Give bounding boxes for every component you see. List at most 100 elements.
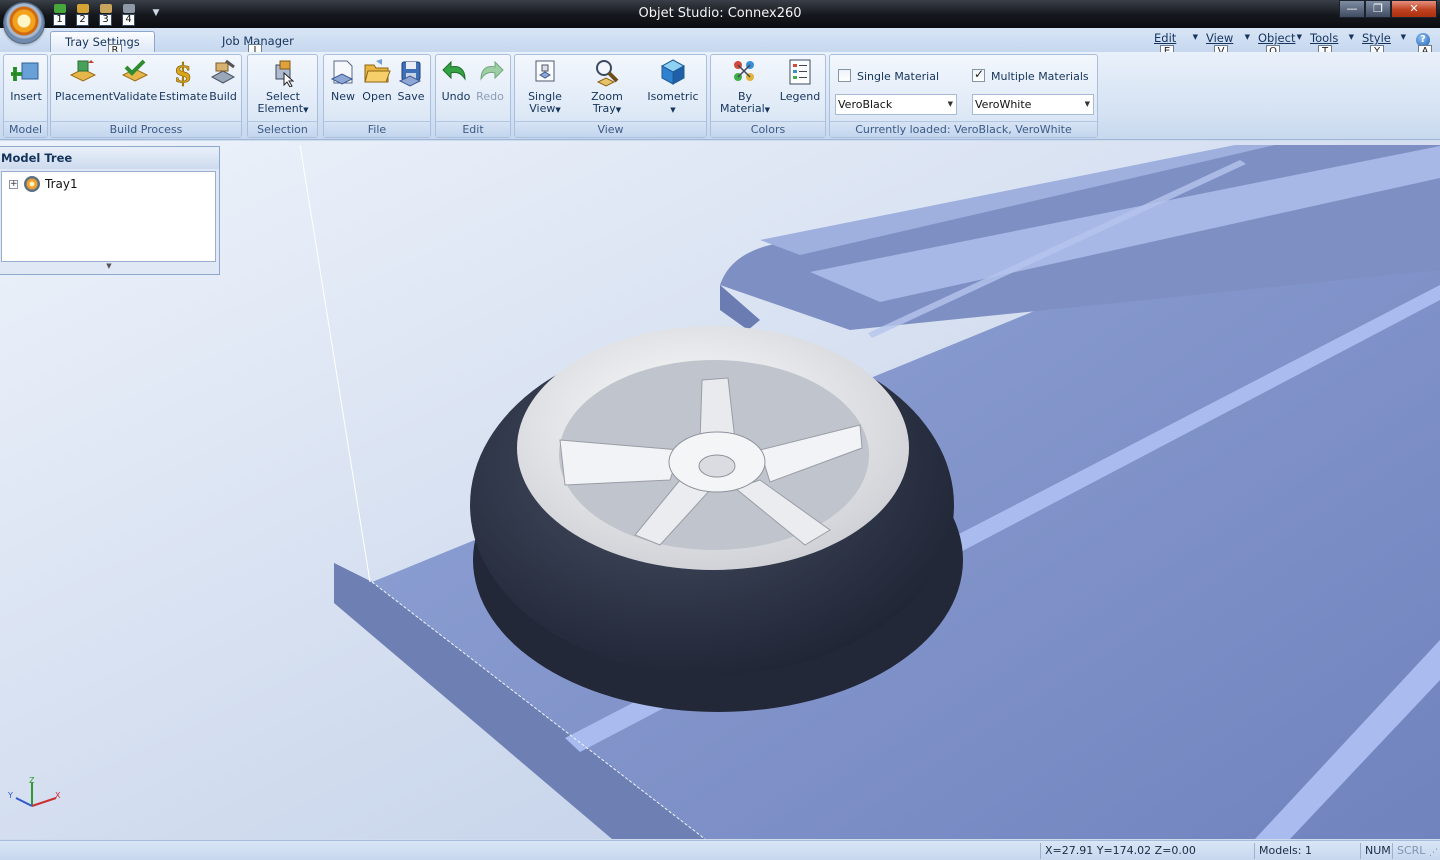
- menu-style[interactable]: Style▼ Y: [1358, 31, 1410, 58]
- help-button[interactable]: ? A: [1410, 31, 1440, 58]
- save-icon: [396, 57, 426, 87]
- status-models: Models: 1: [1254, 843, 1358, 859]
- model-tree: + Tray1: [1, 171, 216, 262]
- group-label: Selection: [248, 121, 317, 137]
- resize-grip-icon[interactable]: ⋰: [1429, 848, 1438, 858]
- y-axis-line: [15, 797, 33, 807]
- zoom-tray-button[interactable]: Zoom Tray▼: [581, 57, 633, 116]
- menu-label: Edit: [1154, 31, 1177, 45]
- new-file-icon: [328, 57, 358, 87]
- group-build-process: Placement Validate $ Estimate Build Buil…: [50, 54, 242, 138]
- minimize-button[interactable]: —: [1339, 0, 1365, 18]
- button-label: New: [331, 90, 355, 103]
- application-menu-orb-icon[interactable]: [4, 3, 44, 43]
- insert-button[interactable]: Insert: [7, 57, 45, 103]
- build-icon: [208, 57, 238, 87]
- chevron-down-icon: ▼: [303, 106, 309, 114]
- placement-button[interactable]: Placement: [55, 57, 114, 103]
- group-selection: Select Element▼ Selection: [247, 54, 318, 138]
- new-button[interactable]: New: [328, 57, 358, 103]
- validate-button[interactable]: Validate: [113, 57, 157, 103]
- by-material-button[interactable]: By Material▼: [717, 57, 773, 116]
- tab-label: Tray Settings: [65, 35, 140, 49]
- button-label: Build: [209, 90, 237, 103]
- chevron-down-icon: ▼: [1084, 100, 1090, 108]
- button-label: Open: [362, 90, 392, 103]
- menu-object[interactable]: Object▼ O: [1254, 31, 1306, 58]
- button-label: Tray: [592, 102, 616, 115]
- redo-button[interactable]: Redo: [474, 57, 506, 103]
- menu-view[interactable]: View▼ V: [1202, 31, 1254, 58]
- open-button[interactable]: Open: [362, 57, 392, 103]
- group-label: Edit: [436, 121, 510, 137]
- undo-button[interactable]: Undo: [440, 57, 472, 103]
- chevron-down-icon: ▼: [555, 106, 561, 114]
- isometric-cube-icon: [658, 57, 688, 87]
- multiple-materials-checkbox[interactable]: Multiple Materials: [972, 67, 1089, 83]
- status-scrl: SCRL: [1392, 843, 1425, 859]
- chevron-down-icon: ▼: [1348, 33, 1354, 41]
- single-material-checkbox[interactable]: Single Material: [838, 69, 939, 83]
- group-file: New Open Save File: [323, 54, 431, 138]
- expand-icon[interactable]: +: [9, 180, 18, 189]
- status-num: NUM: [1360, 843, 1392, 859]
- button-label: Validate: [113, 90, 158, 103]
- material-select-1[interactable]: VeroBlack ▼: [835, 94, 957, 115]
- legend-button[interactable]: Legend: [777, 57, 823, 103]
- menu-bar: Edit▼ E View▼ V Object▼ O Tools▼ T Style…: [1150, 31, 1440, 58]
- menu-tools[interactable]: Tools▼ T: [1306, 31, 1358, 58]
- single-view-icon: [530, 57, 560, 87]
- chevron-down-icon: ▼: [1400, 33, 1406, 41]
- estimate-button[interactable]: $ Estimate: [159, 57, 208, 103]
- currently-loaded-label: Currently loaded: VeroBlack, VeroWhite: [830, 121, 1097, 137]
- menu-label: Tools: [1310, 31, 1339, 45]
- group-view: Single View▼ Zoom Tray▼ Isometric ▼ View: [514, 54, 707, 138]
- status-bar: X=27.91 Y=174.02 Z=0.00 Models: 1 NUM SC…: [0, 840, 1440, 860]
- selected-value: VeroWhite: [975, 98, 1032, 111]
- button-label: Estimate: [159, 90, 208, 103]
- select-element-icon: [268, 57, 298, 88]
- save-button[interactable]: Save: [396, 57, 426, 103]
- checkbox-label: Single Material: [857, 70, 940, 83]
- checkbox-box: [972, 67, 985, 82]
- build-button[interactable]: Build: [207, 57, 239, 103]
- select-element-button[interactable]: Select Element▼: [252, 57, 314, 116]
- model-tree-title: Model Tree: [0, 147, 219, 169]
- chevron-down-icon: ▼: [947, 100, 953, 108]
- axis-gizmo: Z X Y: [7, 776, 61, 807]
- panel-resize-chevron-icon[interactable]: ▼: [1, 262, 217, 272]
- group-label: File: [324, 121, 430, 137]
- status-coordinates: X=27.91 Y=174.02 Z=0.00: [1040, 843, 1252, 859]
- close-button[interactable]: ✕: [1391, 0, 1437, 18]
- group-label: View: [515, 121, 706, 137]
- menu-edit[interactable]: Edit▼ E: [1150, 31, 1202, 58]
- menu-label: View: [1206, 31, 1234, 45]
- center-cap: [698, 454, 736, 478]
- undo-icon: [441, 57, 471, 87]
- chevron-down-icon: ▼: [764, 106, 771, 114]
- chevron-down-icon: ▼: [1296, 33, 1302, 41]
- tray-icon: [24, 176, 40, 192]
- restore-button[interactable]: ❐: [1365, 0, 1391, 18]
- window-title: Objet Studio: Connex260: [638, 6, 802, 21]
- x-axis-line: [31, 797, 57, 807]
- svg-text:$: $: [174, 59, 192, 87]
- placement-icon: [68, 57, 98, 87]
- button-label: Element: [257, 102, 304, 115]
- isometric-button[interactable]: Isometric ▼: [643, 57, 703, 116]
- button-label: Legend: [779, 90, 821, 103]
- material-select-2[interactable]: VeroWhite ▼: [972, 94, 1094, 115]
- title-bar: 1 2 3 4 ▼ Objet Studio: Connex260 — ❐ ✕: [0, 0, 1440, 28]
- magnifier-icon: [592, 57, 622, 87]
- single-view-button[interactable]: Single View▼: [519, 57, 571, 116]
- legend-icon: [785, 57, 815, 87]
- folder-open-icon: [362, 57, 392, 87]
- by-material-icon: [730, 57, 760, 87]
- button-label: Placement: [55, 90, 114, 103]
- button-label: Undo: [441, 90, 471, 103]
- tree-item-label: Tray1: [45, 177, 78, 191]
- model-tree-panel: Model Tree + Tray1 ▼: [0, 146, 220, 275]
- tab-tray-settings[interactable]: Tray Settings: [50, 31, 155, 52]
- group-materials: Single Material Multiple Materials VeroB…: [829, 54, 1098, 138]
- button-label: Isometric: [647, 90, 699, 103]
